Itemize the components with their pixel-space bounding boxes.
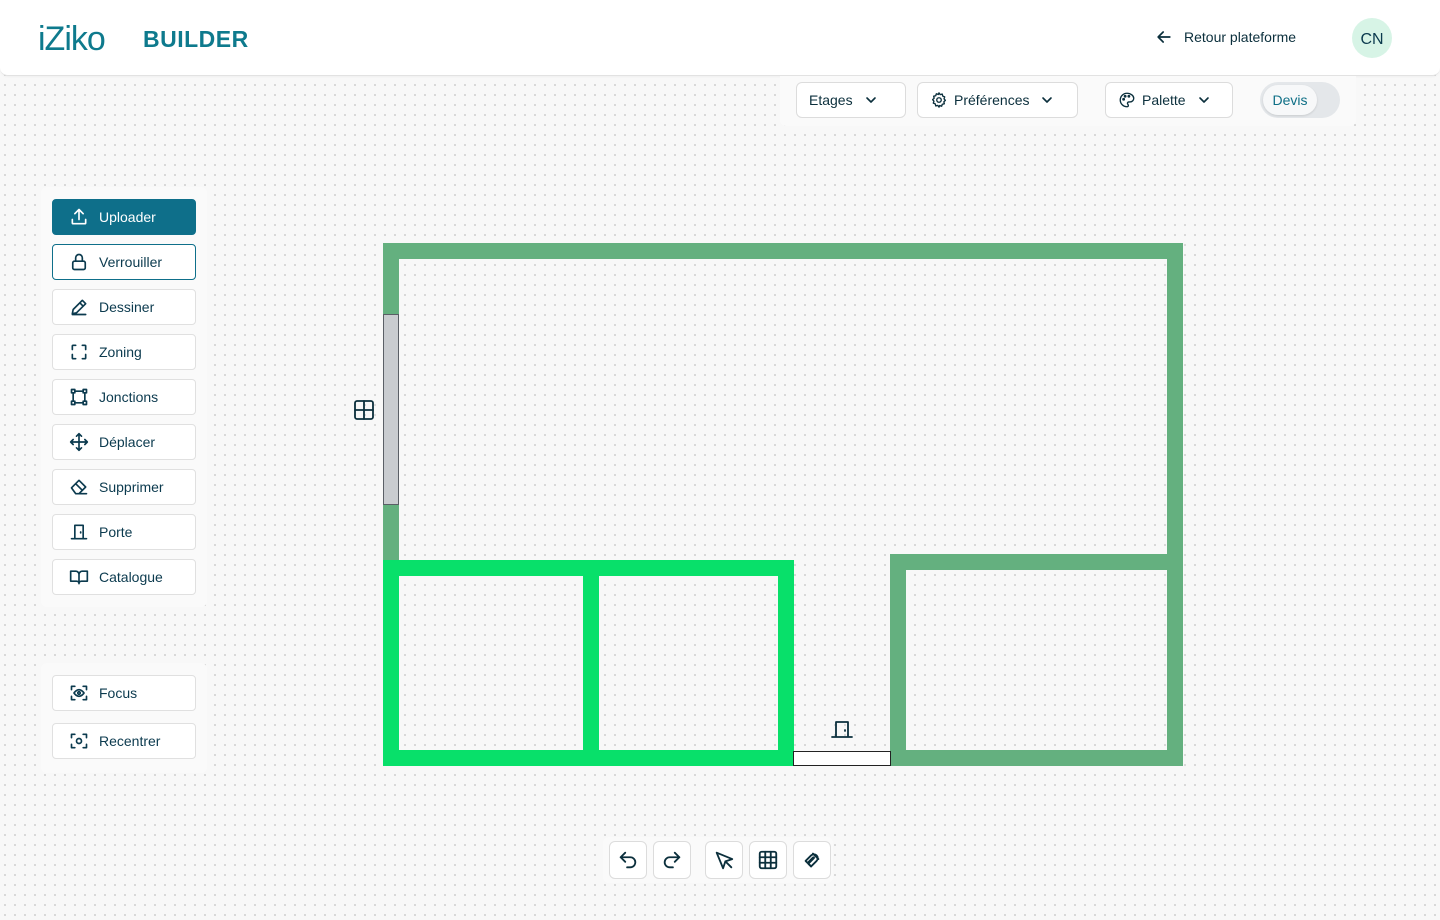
window-element[interactable] xyxy=(383,314,399,505)
undo-button[interactable] xyxy=(609,841,647,879)
redo-button[interactable] xyxy=(653,841,691,879)
window-icon[interactable] xyxy=(354,400,374,420)
magnet-snap-button[interactable] xyxy=(793,841,831,879)
magnet-icon xyxy=(804,852,820,868)
bottom-toolbar xyxy=(603,837,833,883)
wall-right-room-bottom[interactable] xyxy=(890,750,1183,766)
wall-right[interactable] xyxy=(1167,243,1183,766)
select-button[interactable] xyxy=(705,841,743,879)
wall-selected-left[interactable] xyxy=(383,560,399,766)
wall-top[interactable] xyxy=(383,243,1183,259)
wall-selected-divider[interactable] xyxy=(583,560,599,766)
wall-right-room-left[interactable] xyxy=(890,554,906,766)
door-element[interactable] xyxy=(793,751,891,766)
grid-icon xyxy=(758,850,778,870)
floor-plan-canvas[interactable] xyxy=(0,0,1440,920)
wall-selected-right[interactable] xyxy=(778,560,794,766)
undo-icon xyxy=(619,851,637,869)
wall-right-room-top[interactable] xyxy=(890,554,1183,570)
cursor-arrow-icon xyxy=(715,851,734,870)
door-icon[interactable] xyxy=(831,721,853,738)
grid-toggle-button[interactable] xyxy=(749,841,787,879)
redo-icon xyxy=(663,851,681,869)
